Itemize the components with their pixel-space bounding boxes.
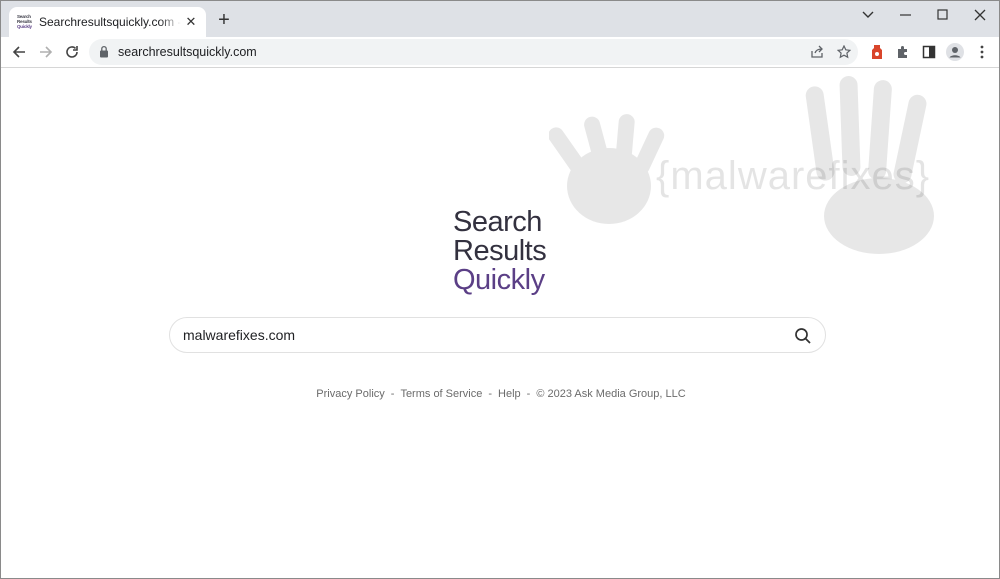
footer-links: Privacy Policy - Terms of Service - Help - © 2…	[1, 388, 999, 400]
site-favicon: Search Results Quickly	[17, 14, 32, 29]
search-box	[169, 317, 826, 353]
footer-separator: -	[526, 388, 531, 400]
page-content: {malwarefixes} Search Results Quickly Pr…	[1, 68, 999, 578]
extensions-puzzle-icon[interactable]	[892, 41, 914, 63]
profile-avatar-icon[interactable]	[944, 41, 966, 63]
help-link[interactable]: Help	[498, 388, 521, 400]
extension-red-icon[interactable]	[866, 41, 888, 63]
close-window-icon[interactable]	[961, 1, 999, 29]
footer-separator: -	[488, 388, 493, 400]
footer-separator: -	[390, 388, 395, 400]
site-logo: Search Results Quickly	[453, 206, 547, 296]
share-icon[interactable]	[808, 43, 826, 61]
address-bar[interactable]: searchresultsquickly.com	[89, 39, 858, 65]
new-tab-icon[interactable]: +	[214, 10, 234, 30]
search-input[interactable]	[183, 324, 763, 346]
tab-title: Searchresultsquickly.com - What	[39, 15, 181, 29]
reload-icon[interactable]	[61, 41, 83, 63]
tab-close-icon[interactable]: ✕	[184, 15, 198, 29]
privacy-policy-link[interactable]: Privacy Policy	[316, 388, 384, 400]
browser-window: Search Results Quickly Searchresultsquic…	[0, 0, 1000, 579]
back-arrow-icon[interactable]	[8, 41, 30, 63]
maximize-icon[interactable]	[924, 1, 962, 29]
search-icon[interactable]	[793, 326, 813, 346]
browser-toolbar: searchresultsquickly.com	[1, 37, 999, 68]
copyright-text: © 2023 Ask Media Group, LLC	[536, 388, 686, 400]
minimize-icon[interactable]	[887, 1, 925, 29]
tab-strip: Search Results Quickly Searchresultsquic…	[1, 1, 999, 37]
menu-kebab-icon[interactable]	[971, 41, 993, 63]
bookmark-star-icon[interactable]	[835, 43, 853, 61]
terms-of-service-link[interactable]: Terms of Service	[400, 388, 482, 400]
watermark-text: {malwarefixes}	[656, 154, 931, 198]
lock-icon[interactable]	[99, 45, 109, 63]
tab-search-icon[interactable]	[849, 1, 887, 29]
url-text[interactable]: searchresultsquickly.com	[118, 45, 257, 59]
side-panel-icon[interactable]	[918, 41, 940, 63]
active-tab[interactable]: Search Results Quickly Searchresultsquic…	[9, 7, 206, 37]
forward-arrow-icon[interactable]	[35, 41, 57, 63]
